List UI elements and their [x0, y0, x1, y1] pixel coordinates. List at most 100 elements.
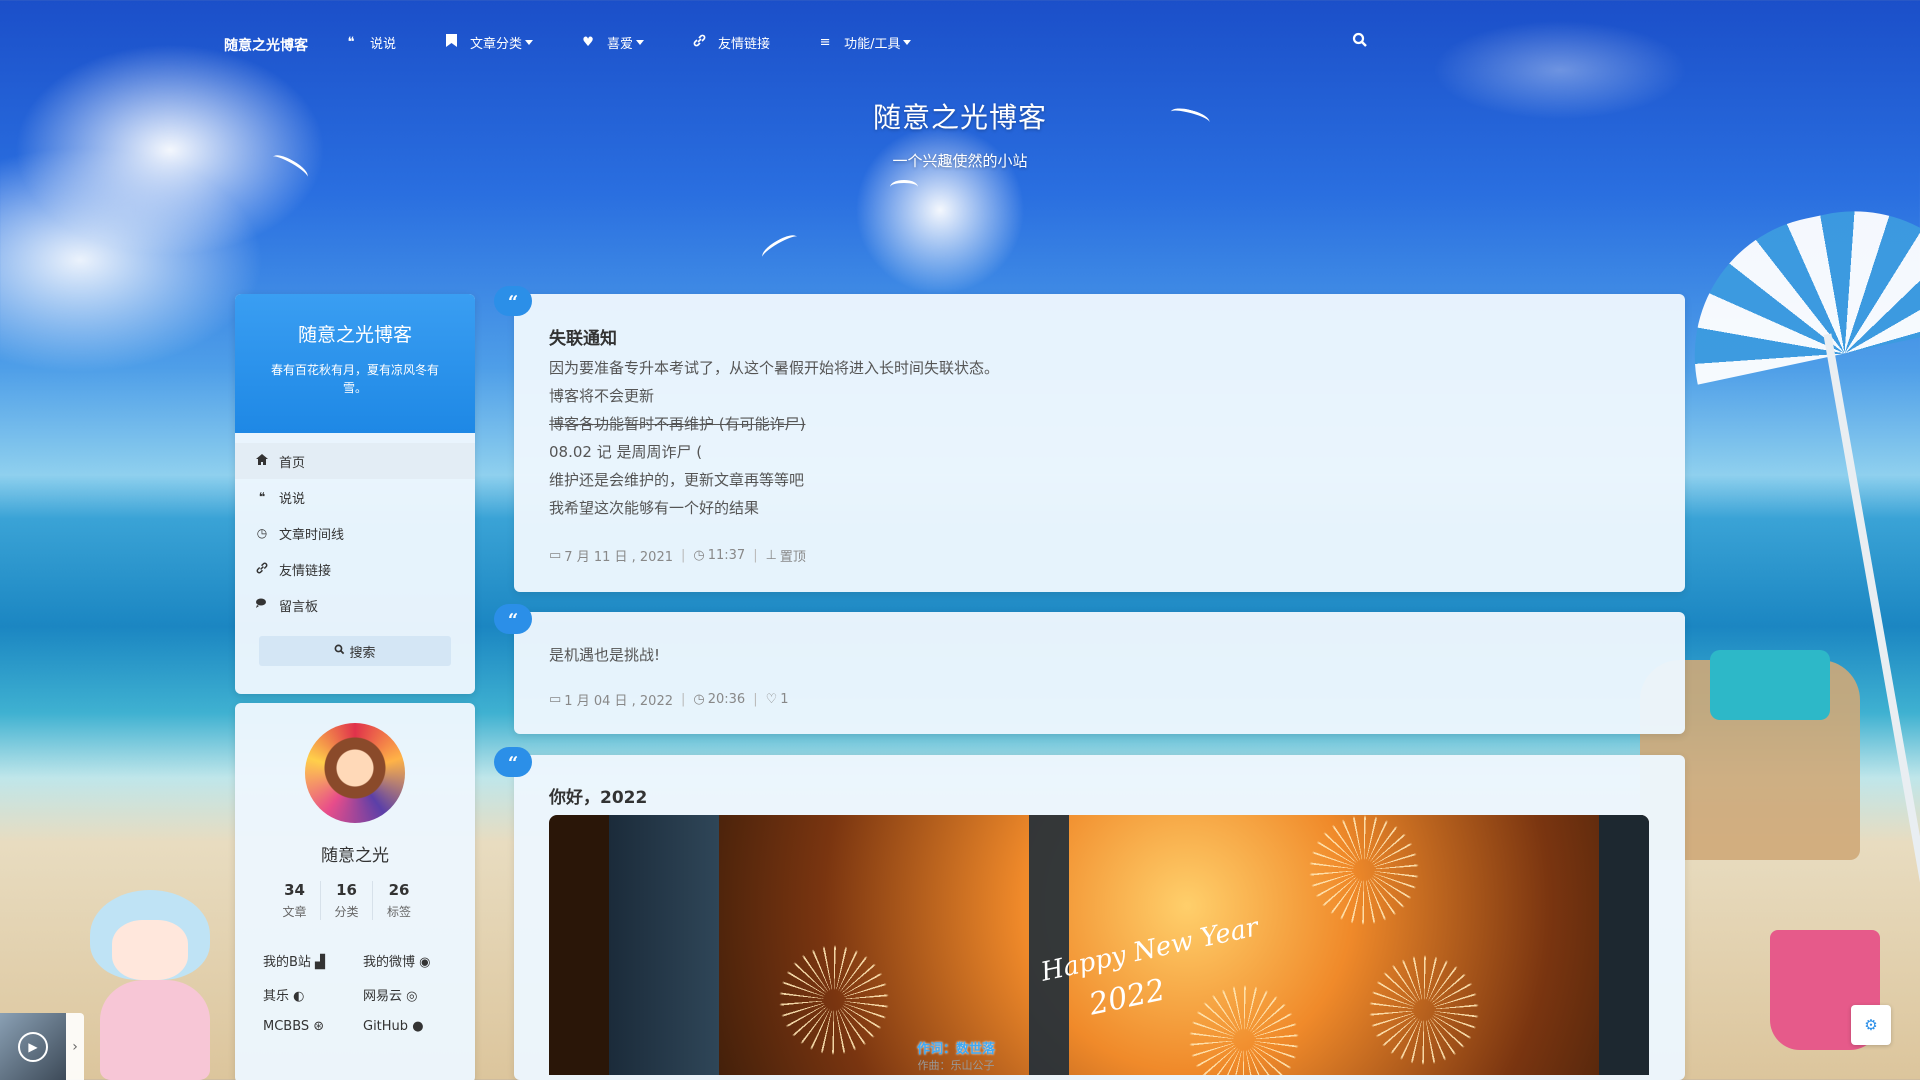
- sidebar-item-label: 说说: [279, 491, 306, 507]
- sidebar-item-friend-links[interactable]: 友情链接: [235, 551, 475, 587]
- sidebar-item-guestbook[interactable]: 留言板: [235, 587, 475, 623]
- post-card: “ 失联通知 因为要准备专升本考试了，从这个暑假开始将进入长时间失联状态。 博客…: [494, 286, 1685, 592]
- nav-item-label: 友情链接: [718, 36, 771, 52]
- stat-articles[interactable]: 34 文章: [269, 881, 321, 920]
- sidebar-item-label: 留言板: [279, 599, 319, 615]
- stat-label: 标签: [386, 905, 411, 919]
- cooler-box-decoration: [1710, 650, 1830, 720]
- nav-item-shuoshuo[interactable]: ❝ 说说: [344, 33, 397, 52]
- sidebar-item-shuoshuo[interactable]: ❝ 说说: [235, 479, 475, 515]
- profile-name: 随意之光: [321, 846, 389, 866]
- thumbs-up-icon[interactable]: ♡: [766, 692, 778, 707]
- nav-item-favorites[interactable]: ♥ 喜爱: [581, 33, 645, 52]
- nav-item-tools[interactable]: ≡ 功能/工具: [818, 33, 912, 52]
- nav-items: 随意之光博客 ❝ 说说 文章分类 ♥ 喜爱 友情链接 ≡ 功能/工具: [224, 30, 959, 54]
- post-date: 7 月 11 日 , 2021: [564, 550, 673, 565]
- seagull-decoration: [890, 180, 918, 194]
- firework-decoration: [779, 945, 889, 1055]
- mcbbs-icon: ⊛: [309, 1019, 325, 1034]
- mascot-character[interactable]: [90, 880, 220, 1080]
- nav-brand-link[interactable]: 随意之光博客: [224, 35, 308, 55]
- netease-music-icon: ◎: [402, 989, 418, 1004]
- social-link-keylol[interactable]: 其乐 ◐: [263, 985, 363, 1004]
- chevron-right-icon[interactable]: ›: [66, 1039, 84, 1055]
- bookmark-icon: [444, 33, 458, 51]
- sidebar-item-label: 文章时间线: [279, 527, 345, 543]
- curtain-decoration: [609, 815, 719, 1075]
- link-label: 网易云: [363, 989, 403, 1004]
- link-label: MCBBS: [263, 1019, 310, 1034]
- social-link-weibo[interactable]: 我的微博 ◉: [363, 951, 463, 970]
- beach-umbrella-decoration: [1668, 185, 1920, 385]
- profile-stats: 34 文章 16 分类 26 标签: [269, 881, 425, 920]
- nav-item-label: 文章分类: [470, 36, 523, 52]
- firework-decoration: [1369, 955, 1479, 1065]
- quote-icon: “: [494, 604, 532, 634]
- nav-item-categories[interactable]: 文章分类: [444, 33, 534, 52]
- avatar[interactable]: [305, 723, 405, 823]
- link-label: GitHub: [363, 1019, 409, 1034]
- post-likes: 1: [780, 692, 789, 707]
- sidebar-description: 春有百花秋有月，夏有凉风冬有雪。: [270, 363, 439, 395]
- stat-number: 16: [336, 881, 357, 899]
- music-player: ▶ ›: [0, 1013, 84, 1080]
- post-line: 维护还是会维护的，更新文章再等等吧: [549, 471, 805, 489]
- sidebar-item-label: 友情链接: [279, 563, 332, 579]
- post-line: 博客将不会更新: [549, 387, 655, 405]
- sidebar-header: 随意之光博客 春有百花秋有月，夏有凉风冬有雪。: [235, 294, 475, 433]
- quote-icon: ❝: [347, 34, 355, 50]
- nav-item-friend-links[interactable]: 友情链接: [692, 33, 770, 52]
- comments-icon: [255, 598, 269, 612]
- stat-label: 分类: [334, 905, 359, 919]
- post-cover-image[interactable]: Happy New Year 2022: [549, 815, 1649, 1075]
- stat-categories[interactable]: 16 分类: [321, 881, 373, 920]
- meta-separator: |: [753, 692, 758, 707]
- sidebar-menu: 首页 ❝ 说说 ◷ 文章时间线 友情链接 留言板: [235, 433, 475, 623]
- meta-separator: |: [753, 548, 758, 563]
- social-link-netease[interactable]: 网易云 ◎: [363, 985, 463, 1004]
- sidebar-search-button[interactable]: 搜索: [259, 636, 451, 666]
- quote-icon: “: [494, 747, 532, 777]
- nav-item-label: 功能/工具: [844, 36, 901, 52]
- mascot-face: [112, 920, 188, 980]
- play-icon[interactable]: ▶: [18, 1031, 48, 1062]
- post-card: “ 是机遇也是挑战! ▭ 1 月 04 日 , 2022 | ◷ 20:36 |…: [494, 604, 1685, 734]
- pin-icon: ⊥: [765, 548, 777, 563]
- stat-number: 34: [284, 881, 305, 899]
- sidebar-item-timeline[interactable]: ◷ 文章时间线: [235, 515, 475, 551]
- post-title[interactable]: 失联通知: [549, 324, 617, 349]
- home-icon: [255, 454, 269, 468]
- social-link-github[interactable]: GitHub ●: [363, 1019, 463, 1034]
- search-icon: [334, 644, 345, 659]
- meta-separator: |: [681, 548, 686, 563]
- link-icon: [692, 34, 706, 51]
- weibo-icon: ◉: [415, 955, 431, 970]
- music-cover[interactable]: ▶: [0, 1013, 66, 1080]
- link-label: 我的微博: [363, 955, 416, 970]
- stat-number: 26: [388, 881, 410, 899]
- link-icon: [255, 562, 269, 577]
- settings-button[interactable]: ⚙: [1851, 1005, 1891, 1045]
- stat-label: 文章: [282, 905, 307, 919]
- nav-item-label: 说说: [370, 36, 397, 52]
- search-icon[interactable]: [1352, 32, 1374, 54]
- post-pinned: 置顶: [779, 550, 806, 565]
- top-navbar: 随意之光博客 ❝ 说说 文章分类 ♥ 喜爱 友情链接 ≡ 功能/工具: [0, 0, 1920, 84]
- stat-tags[interactable]: 26 标签: [373, 881, 425, 920]
- heart-icon: ♥: [582, 34, 594, 50]
- post-title[interactable]: 你好，2022: [549, 783, 647, 808]
- bilibili-icon: ▟: [310, 955, 326, 970]
- mascot-dress: [100, 980, 210, 1080]
- post-content: 因为要准备专升本考试了，从这个暑假开始将进入长时间失联状态。 博客将不会更新 博…: [549, 354, 999, 522]
- site-header: 随意之光博客 一个兴趣使然的小站: [0, 96, 1920, 171]
- post-date: 1 月 04 日 , 2022: [564, 694, 673, 709]
- sidebar-item-home[interactable]: 首页: [235, 443, 475, 479]
- gear-icon: ⚙: [1864, 1016, 1878, 1034]
- quote-icon: “: [494, 286, 532, 316]
- sidebar-nav-card: 随意之光博客 春有百花秋有月，夏有凉风冬有雪。 首页 ❝ 说说 ◷ 文章时间线 …: [235, 294, 475, 694]
- post-card: “ 你好，2022 Happy New Year 2022: [494, 747, 1685, 1080]
- social-links: 我的B站 ▟ 我的微博 ◉ 其乐 ◐ 网易云 ◎ MCBBS ⊛ GitHub …: [263, 951, 463, 1034]
- github-icon: ●: [408, 1019, 424, 1034]
- social-link-bilibili[interactable]: 我的B站 ▟: [263, 951, 363, 970]
- social-link-mcbbs[interactable]: MCBBS ⊛: [263, 1019, 363, 1034]
